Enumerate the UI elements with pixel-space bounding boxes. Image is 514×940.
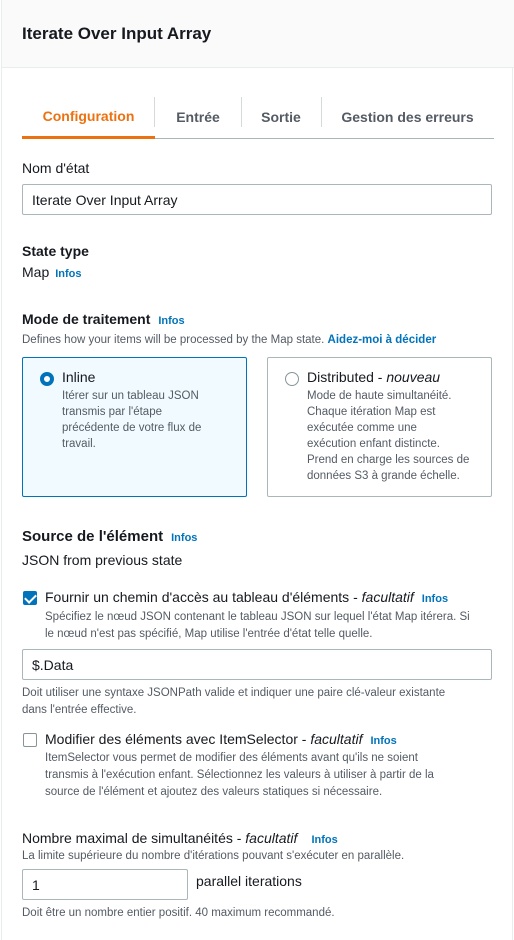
state-type-label: State type (22, 243, 89, 259)
items-path-input[interactable] (22, 649, 492, 680)
inline-radio[interactable] (40, 372, 54, 386)
inline-mode-option[interactable]: Inline Itérer sur un tableau JSON transm… (22, 357, 247, 497)
items-path-checkbox[interactable] (23, 591, 37, 605)
max-concurrency-hint: Doit être un nombre entier positif. 40 m… (22, 907, 335, 919)
panel-header: Iterate Over Input Array (2, 0, 514, 68)
tab-configuration[interactable]: Configuration (22, 96, 155, 139)
processing-mode-description: Defines how your items will be processed… (22, 334, 437, 346)
max-concurrency-input[interactable] (22, 869, 188, 900)
items-path-description: Spécifiez le nœud JSON contenant le tabl… (45, 611, 470, 640)
distributed-description: Mode de haute simultanéité. Chaque itéra… (307, 390, 470, 482)
state-type-info-link[interactable]: Infos (55, 268, 81, 280)
state-type-value: Map (22, 264, 50, 280)
state-name-label: Nom d'état (22, 160, 90, 176)
tab-bar: Configuration Entrée Sortie Gestion des … (22, 96, 494, 139)
help-me-decide-link[interactable]: Aidez-moi à décider (328, 334, 437, 346)
processing-mode-info-link[interactable]: Infos (158, 315, 184, 327)
max-concurrency-suffix: parallel iterations (196, 873, 302, 889)
item-selector-info-link[interactable]: Infos (370, 735, 396, 747)
tab-input[interactable]: Entrée (155, 96, 241, 138)
items-path-info-link[interactable]: Infos (422, 593, 448, 605)
inline-description: Itérer sur un tableau JSON transmis par … (62, 390, 202, 450)
item-source-info-link[interactable]: Infos (171, 532, 197, 544)
tab-error-handling[interactable]: Gestion des erreurs (321, 96, 494, 138)
item-selector-checkbox[interactable] (23, 733, 37, 747)
item-selector-description: ItemSelector vous permet de modifier des… (45, 752, 434, 798)
tab-output[interactable]: Sortie (241, 96, 321, 138)
panel-title: Iterate Over Input Array (22, 24, 212, 43)
max-concurrency-heading: Nombre maximal de simultanéités - facult… (22, 830, 338, 846)
item-source-heading: Source de l'élément Infos (22, 528, 197, 545)
item-source-label: Source de l'élément (22, 528, 164, 545)
items-path-hint: Doit utiliser une syntaxe JSONPath valid… (22, 687, 446, 716)
distributed-radio[interactable] (285, 372, 299, 386)
state-name-input[interactable] (22, 184, 492, 215)
inline-title: Inline (62, 369, 96, 385)
max-concurrency-description: La limite supérieure du nombre d'itérati… (22, 850, 405, 862)
max-concurrency-info-link[interactable]: Infos (311, 834, 337, 846)
state-type-row: Map Infos (22, 264, 82, 280)
state-config-panel: Iterate Over Input Array Configuration E… (1, 0, 514, 940)
processing-mode-label: Mode de traitement (22, 311, 151, 327)
processing-mode-heading: Mode de traitement Infos (22, 311, 185, 327)
item-selector-heading: Modifier des éléments avec ItemSelector … (45, 731, 397, 747)
item-source-value: JSON from previous state (22, 552, 183, 568)
distributed-mode-option[interactable]: Distributed - nouveau Mode de haute simu… (267, 357, 492, 497)
items-path-heading: Fournir un chemin d'accès au tableau d'é… (45, 589, 449, 605)
distributed-title: Distributed - nouveau (307, 369, 441, 385)
new-badge: nouveau (386, 369, 441, 385)
